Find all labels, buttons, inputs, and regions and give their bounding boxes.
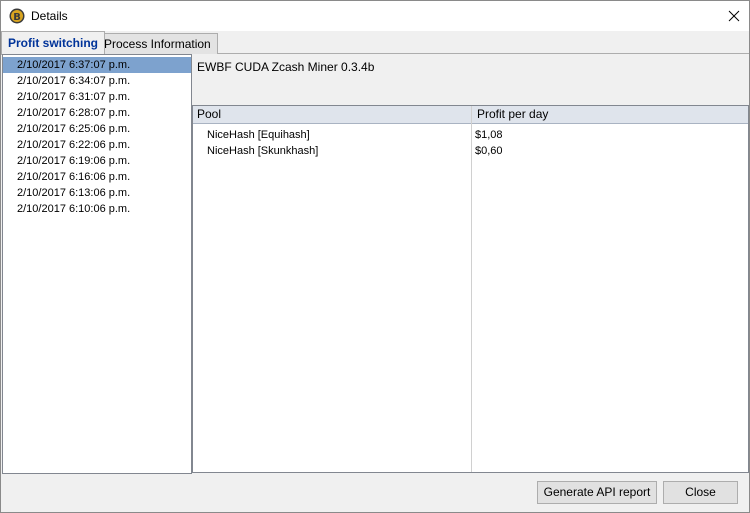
list-item[interactable]: 2/10/2017 6:34:07 p.m. [3,73,191,89]
list-item[interactable]: 2/10/2017 6:25:06 p.m. [3,121,191,137]
column-divider[interactable] [471,106,472,472]
profit-cell: $0,60 [475,145,503,157]
client-area: Process Information Profit switching 2/1… [1,31,749,512]
bitcoin-coin-icon: B [9,8,25,24]
title-bar[interactable]: B Details [1,1,749,31]
list-item[interactable]: 2/10/2017 6:31:07 p.m. [3,89,191,105]
column-header-pool[interactable]: Pool [193,106,221,123]
list-item[interactable]: 2/10/2017 6:28:07 p.m. [3,105,191,121]
close-button[interactable]: Close [663,481,738,504]
list-item[interactable]: 2/10/2017 6:37:07 p.m. [3,57,191,73]
tab-label: Profit switching [8,36,98,50]
timestamp-list[interactable]: 2/10/2017 6:37:07 p.m. 2/10/2017 6:34:07… [2,54,192,474]
close-icon[interactable] [719,1,749,31]
svg-text:B: B [13,12,21,23]
tab-strip: Process Information Profit switching [1,31,749,55]
miner-name: EWBF CUDA Zcash Miner 0.3.4b [197,60,375,74]
window-title: Details [31,9,68,23]
column-header-profit[interactable]: Profit per day [473,106,548,123]
list-item[interactable]: 2/10/2017 6:10:06 p.m. [3,201,191,217]
list-item[interactable]: 2/10/2017 6:22:06 p.m. [3,137,191,153]
list-item[interactable]: 2/10/2017 6:13:06 p.m. [3,185,191,201]
generate-api-report-button[interactable]: Generate API report [537,481,657,504]
table-row[interactable]: NiceHash [Skunkhash] $0,60 [193,143,748,159]
tab-profit-switching[interactable]: Profit switching [1,31,105,55]
pool-cell: NiceHash [Equihash] [207,129,310,141]
pool-cell: NiceHash [Skunkhash] [207,145,319,157]
tab-process-information[interactable]: Process Information [97,33,218,54]
list-item[interactable]: 2/10/2017 6:16:06 p.m. [3,169,191,185]
profit-cell: $1,08 [475,129,503,141]
pool-profit-table[interactable]: Pool Profit per day NiceHash [Equihash] … [192,105,749,473]
table-row[interactable]: NiceHash [Equihash] $1,08 [193,127,748,143]
details-window: B Details Process Information Profit swi… [0,0,750,513]
tab-label: Process Information [104,37,211,51]
list-item[interactable]: 2/10/2017 6:19:06 p.m. [3,153,191,169]
